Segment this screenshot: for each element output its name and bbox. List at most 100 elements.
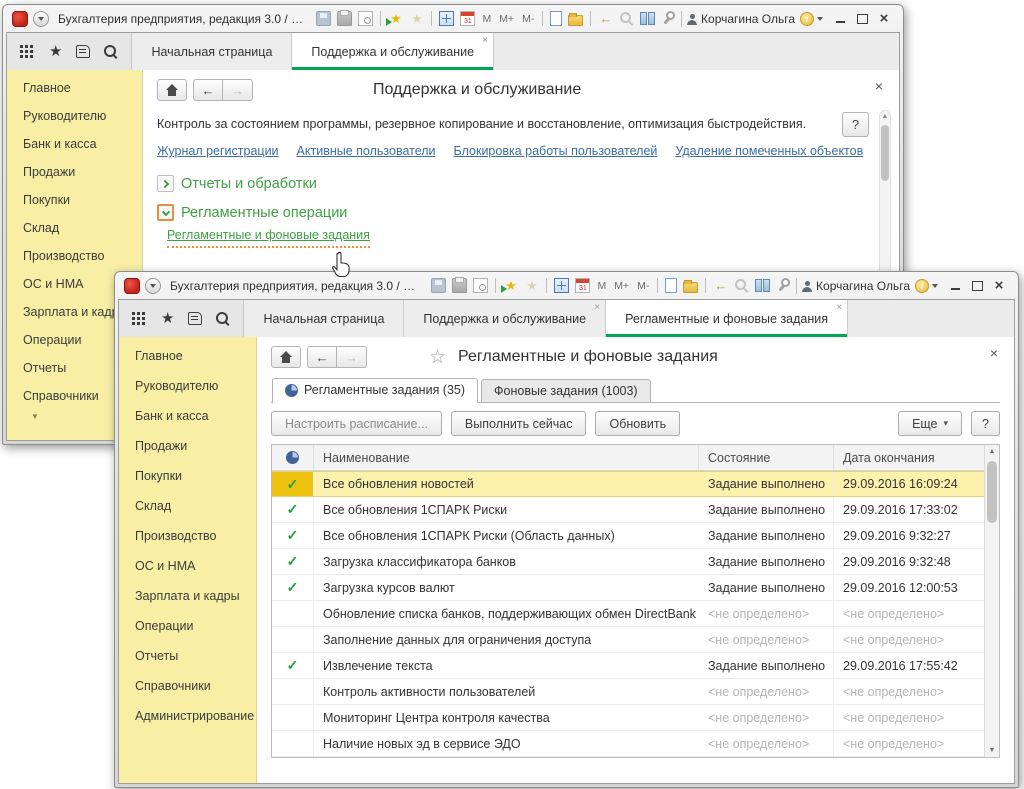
table-row[interactable]: Загрузка классификатора банков Задание в… — [272, 549, 984, 575]
history-icon[interactable] — [188, 312, 202, 325]
sidebar-item-purchases[interactable]: Покупки — [119, 461, 256, 491]
memory-button[interactable]: M — [481, 13, 492, 25]
maximize-button[interactable] — [856, 13, 868, 25]
find-icon[interactable] — [734, 278, 749, 293]
new-document-icon[interactable] — [550, 11, 562, 26]
current-user[interactable]: Корчагина Ольга — [802, 279, 910, 293]
sidebar-item-production[interactable]: Производство — [7, 242, 142, 270]
main-menu-button[interactable] — [145, 278, 161, 294]
info-button[interactable] — [800, 12, 823, 26]
sidebar-item-manager[interactable]: Руководителю — [7, 102, 142, 130]
main-menu-button[interactable] — [33, 11, 49, 27]
sidebar-item-administration[interactable]: Администрирование — [119, 701, 256, 731]
open-file-icon[interactable] — [568, 15, 583, 26]
tab-scheduled-jobs-list[interactable]: Регламентные задания (35) — [272, 378, 478, 403]
sidebar-item-bank-cash[interactable]: Банк и касса — [7, 130, 142, 158]
sidebar-item-warehouse[interactable]: Склад — [119, 491, 256, 521]
reports-section-toggle[interactable] — [157, 175, 174, 192]
link-user-lock[interactable]: Блокировка работы пользователей — [454, 144, 658, 158]
tab-background-jobs-list[interactable]: Фоновые задания (1003) — [481, 379, 651, 402]
scrollbar-thumb[interactable] — [881, 125, 889, 181]
table-row[interactable]: Наличие новых эд в сервисе ЭДО <не опред… — [272, 731, 984, 757]
calculator-icon[interactable] — [554, 278, 569, 293]
sidebar-item-production[interactable]: Производство — [119, 521, 256, 551]
tab-home-page[interactable]: Начальная страница — [132, 33, 292, 70]
back-button[interactable] — [193, 79, 223, 101]
service-icon[interactable] — [776, 278, 791, 293]
menu-grid-icon[interactable] — [20, 45, 35, 58]
tab-close-icon[interactable] — [482, 36, 488, 46]
window-titlebar[interactable]: Бухгалтерия предприятия, редакция 3.0 / … — [6, 5, 900, 32]
memory-minus-button[interactable]: M- — [636, 280, 650, 292]
reports-section-label[interactable]: Отчеты и обработки — [181, 176, 317, 192]
table-row[interactable]: Все обновления 1СПАРК Риски (Область дан… — [272, 523, 984, 549]
undo-icon[interactable] — [713, 278, 728, 293]
help-button[interactable]: ? — [971, 411, 1000, 436]
minimize-button[interactable] — [834, 13, 846, 25]
memory-plus-button[interactable]: M+ — [498, 13, 515, 25]
service-icon[interactable] — [661, 11, 676, 26]
refresh-button[interactable]: Обновить — [595, 411, 680, 436]
calculator-icon[interactable] — [439, 11, 454, 26]
scrollbar-thumb[interactable] — [987, 461, 997, 523]
table-row[interactable]: Извлечение текста Задание выполнено 29.0… — [272, 653, 984, 679]
memory-minus-button[interactable]: M- — [521, 13, 535, 25]
table-row[interactable]: Обновление списка банков, поддерживающих… — [272, 601, 984, 627]
print-icon[interactable] — [337, 11, 352, 26]
memory-button[interactable]: M — [596, 280, 607, 292]
sidebar-item-sales[interactable]: Продажи — [7, 158, 142, 186]
state-text-column-header[interactable]: Состояние — [699, 445, 834, 470]
favorite-star-icon[interactable] — [429, 348, 446, 367]
page-close-icon[interactable] — [875, 80, 883, 92]
window-titlebar[interactable]: Бухгалтерия предприятия, редакция 3.0 / … — [118, 272, 1015, 299]
run-now-button[interactable]: Выполнить сейчас — [451, 411, 587, 436]
sidebar-item-reports[interactable]: Отчеты — [119, 641, 256, 671]
favorites-icon[interactable] — [524, 278, 539, 293]
search-icon[interactable] — [104, 45, 118, 59]
minimize-button[interactable] — [949, 280, 961, 292]
table-row[interactable]: Заполнение данных для ограничения доступ… — [272, 627, 984, 653]
tab-close-icon[interactable] — [836, 303, 842, 313]
forward-button[interactable] — [337, 346, 367, 368]
home-button[interactable] — [157, 79, 187, 101]
back-button[interactable] — [307, 346, 337, 368]
scroll-down-icon[interactable] — [985, 747, 999, 754]
table-row[interactable]: Загрузка курсов валют Задание выполнено … — [272, 575, 984, 601]
sidebar-item-warehouse[interactable]: Склад — [7, 214, 142, 242]
info-button[interactable] — [915, 279, 938, 293]
configure-schedule-button[interactable]: Настроить расписание... — [271, 411, 442, 436]
state-column-header[interactable] — [272, 445, 314, 470]
tab-home-page[interactable]: Начальная страница — [244, 300, 404, 337]
table-scrollbar[interactable] — [984, 445, 999, 757]
sidebar-item-purchases[interactable]: Покупки — [7, 186, 142, 214]
tab-support-maintenance[interactable]: Поддержка и обслуживание — [292, 33, 494, 70]
favorites-icon[interactable] — [409, 11, 424, 26]
sidebar-item-manager[interactable]: Руководителю — [119, 371, 256, 401]
save-icon[interactable] — [431, 278, 446, 293]
history-icon[interactable] — [76, 45, 90, 58]
close-window-button[interactable] — [993, 280, 1005, 292]
print-preview-icon[interactable] — [473, 278, 488, 293]
regops-section-label[interactable]: Регламентные операции — [181, 205, 347, 221]
regops-section-toggle[interactable] — [157, 204, 174, 221]
home-button[interactable] — [271, 346, 301, 368]
close-window-button[interactable] — [878, 13, 890, 25]
sidebar-item-main[interactable]: Главное — [7, 74, 142, 102]
scroll-up-icon[interactable] — [985, 448, 999, 455]
favorites-star-icon[interactable] — [161, 309, 174, 328]
search-icon[interactable] — [216, 312, 230, 326]
link-scheduled-background-jobs[interactable]: Регламентные и фоновые задания — [167, 228, 370, 242]
more-button[interactable]: Еще — [898, 411, 962, 436]
sidebar-item-fixed-assets[interactable]: ОС и НМА — [119, 551, 256, 581]
tab-close-icon[interactable] — [594, 303, 600, 313]
find-icon[interactable] — [619, 11, 634, 26]
save-icon[interactable] — [316, 11, 331, 26]
split-window-icon[interactable] — [640, 11, 655, 26]
sidebar-item-sales[interactable]: Продажи — [119, 431, 256, 461]
tab-support-maintenance[interactable]: Поддержка и обслуживание — [404, 300, 606, 337]
current-user[interactable]: Корчагина Ольга — [687, 12, 795, 26]
new-document-icon[interactable] — [665, 278, 677, 293]
help-button[interactable]: ? — [842, 112, 869, 137]
maximize-button[interactable] — [971, 280, 983, 292]
forward-button[interactable] — [223, 79, 253, 101]
